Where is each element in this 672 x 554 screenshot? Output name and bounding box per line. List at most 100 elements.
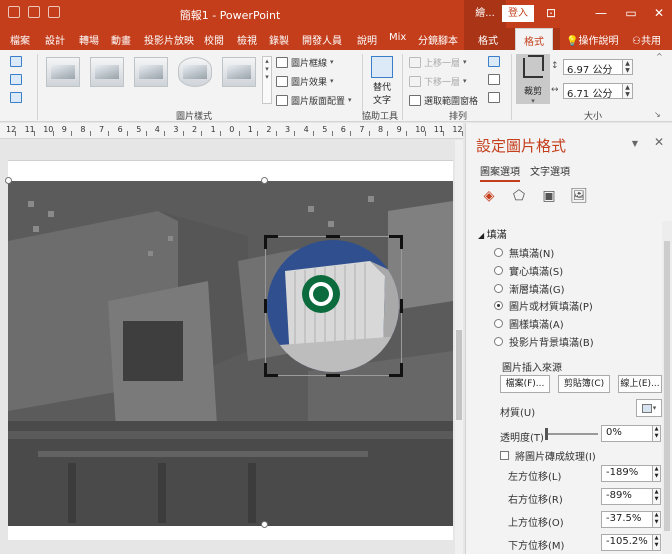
crop-frame[interactable] (264, 235, 403, 377)
crop-handle-top[interactable] (326, 235, 340, 238)
minimize-button[interactable]: — (590, 4, 612, 22)
tab-animations[interactable]: 動畫 (111, 32, 131, 47)
tell-me[interactable]: 💡操作說明 (566, 32, 618, 47)
restore-button[interactable]: ▭ (620, 4, 642, 22)
transparency-input[interactable]: 0% (601, 425, 653, 442)
alt-text-button[interactable]: 替代 文字 (368, 56, 396, 106)
picture-style-thumb-1[interactable] (46, 57, 80, 87)
cropped-circle-picture[interactable] (265, 236, 402, 376)
crop-handle-right[interactable] (400, 299, 403, 313)
crop-handle-bottom-left[interactable] (264, 363, 278, 377)
picture-border-button[interactable]: 圖片框線 ▾ (276, 55, 334, 69)
tab-storyboard[interactable]: 分鏡腳本 (418, 32, 458, 47)
tab-view[interactable]: 檢視 (237, 32, 257, 47)
picture-style-thumb-5[interactable] (222, 57, 256, 87)
offset-right-input[interactable]: -89% (601, 488, 653, 505)
offset-top-input[interactable]: -37.5% (601, 511, 653, 528)
offset-right-spinner[interactable]: ▲ ▼ (653, 488, 661, 505)
crop-button[interactable]: 裁剪 ▾ (516, 54, 550, 105)
change-picture-icon[interactable] (10, 74, 22, 85)
crop-handle-bottom[interactable] (326, 374, 340, 377)
ruler-number: 9 (61, 125, 67, 134)
radio-solid-fill[interactable]: 實心填滿(S) (494, 263, 563, 278)
height-input[interactable]: 6.97 公分 (563, 59, 623, 76)
width-input[interactable]: 6.71 公分 (563, 83, 623, 100)
effects-pentagon-icon[interactable]: ⬠ (510, 187, 528, 205)
texture-picker-button[interactable]: ▾ (636, 399, 662, 417)
tab-text-options[interactable]: 文字選項 (530, 163, 570, 178)
pane-scrollbar[interactable] (662, 221, 672, 554)
picture-layout-button[interactable]: 圖片版面配置 ▾ (276, 93, 352, 107)
radio-pattern-fill[interactable]: 圖樣填滿(A) (494, 316, 564, 331)
tab-slideshow[interactable]: 投影片放映 (144, 32, 194, 47)
tab-review[interactable]: 校閱 (204, 32, 224, 47)
tab-mix[interactable]: Mix (389, 32, 406, 43)
pane-close-icon[interactable]: ✕ (654, 135, 664, 149)
tab-design[interactable]: 設計 (45, 32, 65, 47)
crop-handle-left[interactable] (264, 299, 267, 313)
reset-picture-icon[interactable] (10, 92, 22, 103)
ribbon-display-options-icon[interactable]: ⊡ (540, 4, 562, 22)
tab-file[interactable]: 檔案 (10, 32, 30, 47)
offset-left-input[interactable]: -189% (601, 465, 653, 482)
resize-handle-top[interactable] (261, 177, 268, 184)
size-dialog-launcher-icon[interactable]: ↘ (654, 110, 661, 119)
ruler-number: 2 (266, 125, 272, 134)
radio-slide-background-fill[interactable]: 投影片背景填滿(B) (494, 334, 594, 349)
crop-handle-bottom-right[interactable] (389, 363, 403, 377)
login-button[interactable]: 登入 (502, 5, 534, 22)
close-button[interactable]: ✕ (648, 4, 670, 22)
offset-bottom-spinner[interactable]: ▲ ▼ (653, 534, 661, 551)
tab-transitions[interactable]: 轉場 (79, 32, 99, 47)
tab-format-drawing[interactable]: 格式 (478, 32, 498, 47)
tile-picture-checkbox[interactable]: 將圖片磚成紋理(I) (500, 448, 596, 463)
picture-style-thumb-2[interactable] (90, 57, 124, 87)
picture-style-thumb-3[interactable] (134, 57, 168, 87)
tab-format-picture[interactable]: 格式 (515, 28, 553, 50)
picture-style-thumb-4[interactable] (178, 57, 212, 87)
ruler-tick (350, 131, 352, 136)
collapse-ribbon-icon[interactable]: ^ (656, 52, 663, 61)
transparency-spinner[interactable]: ▲ ▼ (653, 425, 661, 442)
resize-handle-bottom[interactable] (261, 521, 268, 528)
pane-options-icon[interactable]: ▼ (632, 139, 638, 148)
selection-pane-button[interactable]: 選取範圍窗格 (409, 93, 478, 107)
fill-section-header[interactable]: ◢ 填滿 (478, 226, 507, 241)
context-tab-header: 繪... (464, 0, 506, 28)
resize-handle-top-left[interactable] (5, 177, 12, 184)
size-properties-icon[interactable]: ▣ (540, 187, 558, 205)
tab-help[interactable]: 說明 (357, 32, 377, 47)
online-button[interactable]: 線上(E)... (618, 375, 662, 393)
crop-handle-top-left[interactable] (264, 235, 278, 249)
height-spinner[interactable]: ▲ ▼ (623, 59, 633, 75)
slide-vertical-scrollbar[interactable] (455, 140, 463, 554)
align-icon[interactable] (488, 56, 500, 67)
width-spinner[interactable]: ▲ ▼ (623, 83, 633, 99)
offset-left-spinner[interactable]: ▲ ▼ (653, 465, 661, 482)
offset-bottom-input[interactable]: -105.2% (601, 534, 653, 551)
radio-gradient-fill[interactable]: 漸層填滿(G) (494, 281, 565, 296)
offset-top-spinner[interactable]: ▲ ▼ (653, 511, 661, 528)
tab-developer[interactable]: 開發人員 (302, 32, 342, 47)
bring-forward-button[interactable]: 上移一層 ▾ (409, 55, 467, 69)
clipboard-button[interactable]: 剪貼簿(C) (558, 375, 610, 393)
fill-line-icon[interactable]: ◈ (480, 187, 498, 205)
radio-no-fill[interactable]: 無填滿(N) (494, 245, 554, 260)
rotate-icon[interactable] (488, 92, 500, 103)
picture-icon[interactable]: 🖼 (570, 187, 588, 205)
share-button[interactable]: ⚇共用 (632, 32, 661, 47)
crop-handle-top-right[interactable] (389, 235, 403, 249)
tab-shape-options[interactable]: 圖案選項 (480, 163, 520, 182)
height-icon: ↕ (551, 61, 559, 71)
group-icon[interactable] (488, 74, 500, 85)
transparency-slider[interactable] (545, 428, 598, 440)
tab-record[interactable]: 錄製 (269, 32, 289, 47)
slider-thumb[interactable] (545, 428, 548, 440)
ruler-number: 7 (359, 125, 365, 134)
picture-effects-button[interactable]: 圖片效果 ▾ (276, 74, 334, 88)
send-backward-button[interactable]: 下移一層 ▾ (409, 74, 467, 88)
file-button[interactable]: 檔案(F)... (500, 375, 550, 393)
compress-pictures-icon[interactable] (10, 56, 22, 67)
gallery-scroll[interactable]: ▴ ▾ ▾ (262, 56, 272, 104)
radio-picture-fill[interactable]: 圖片或材質填滿(P) (494, 298, 593, 313)
